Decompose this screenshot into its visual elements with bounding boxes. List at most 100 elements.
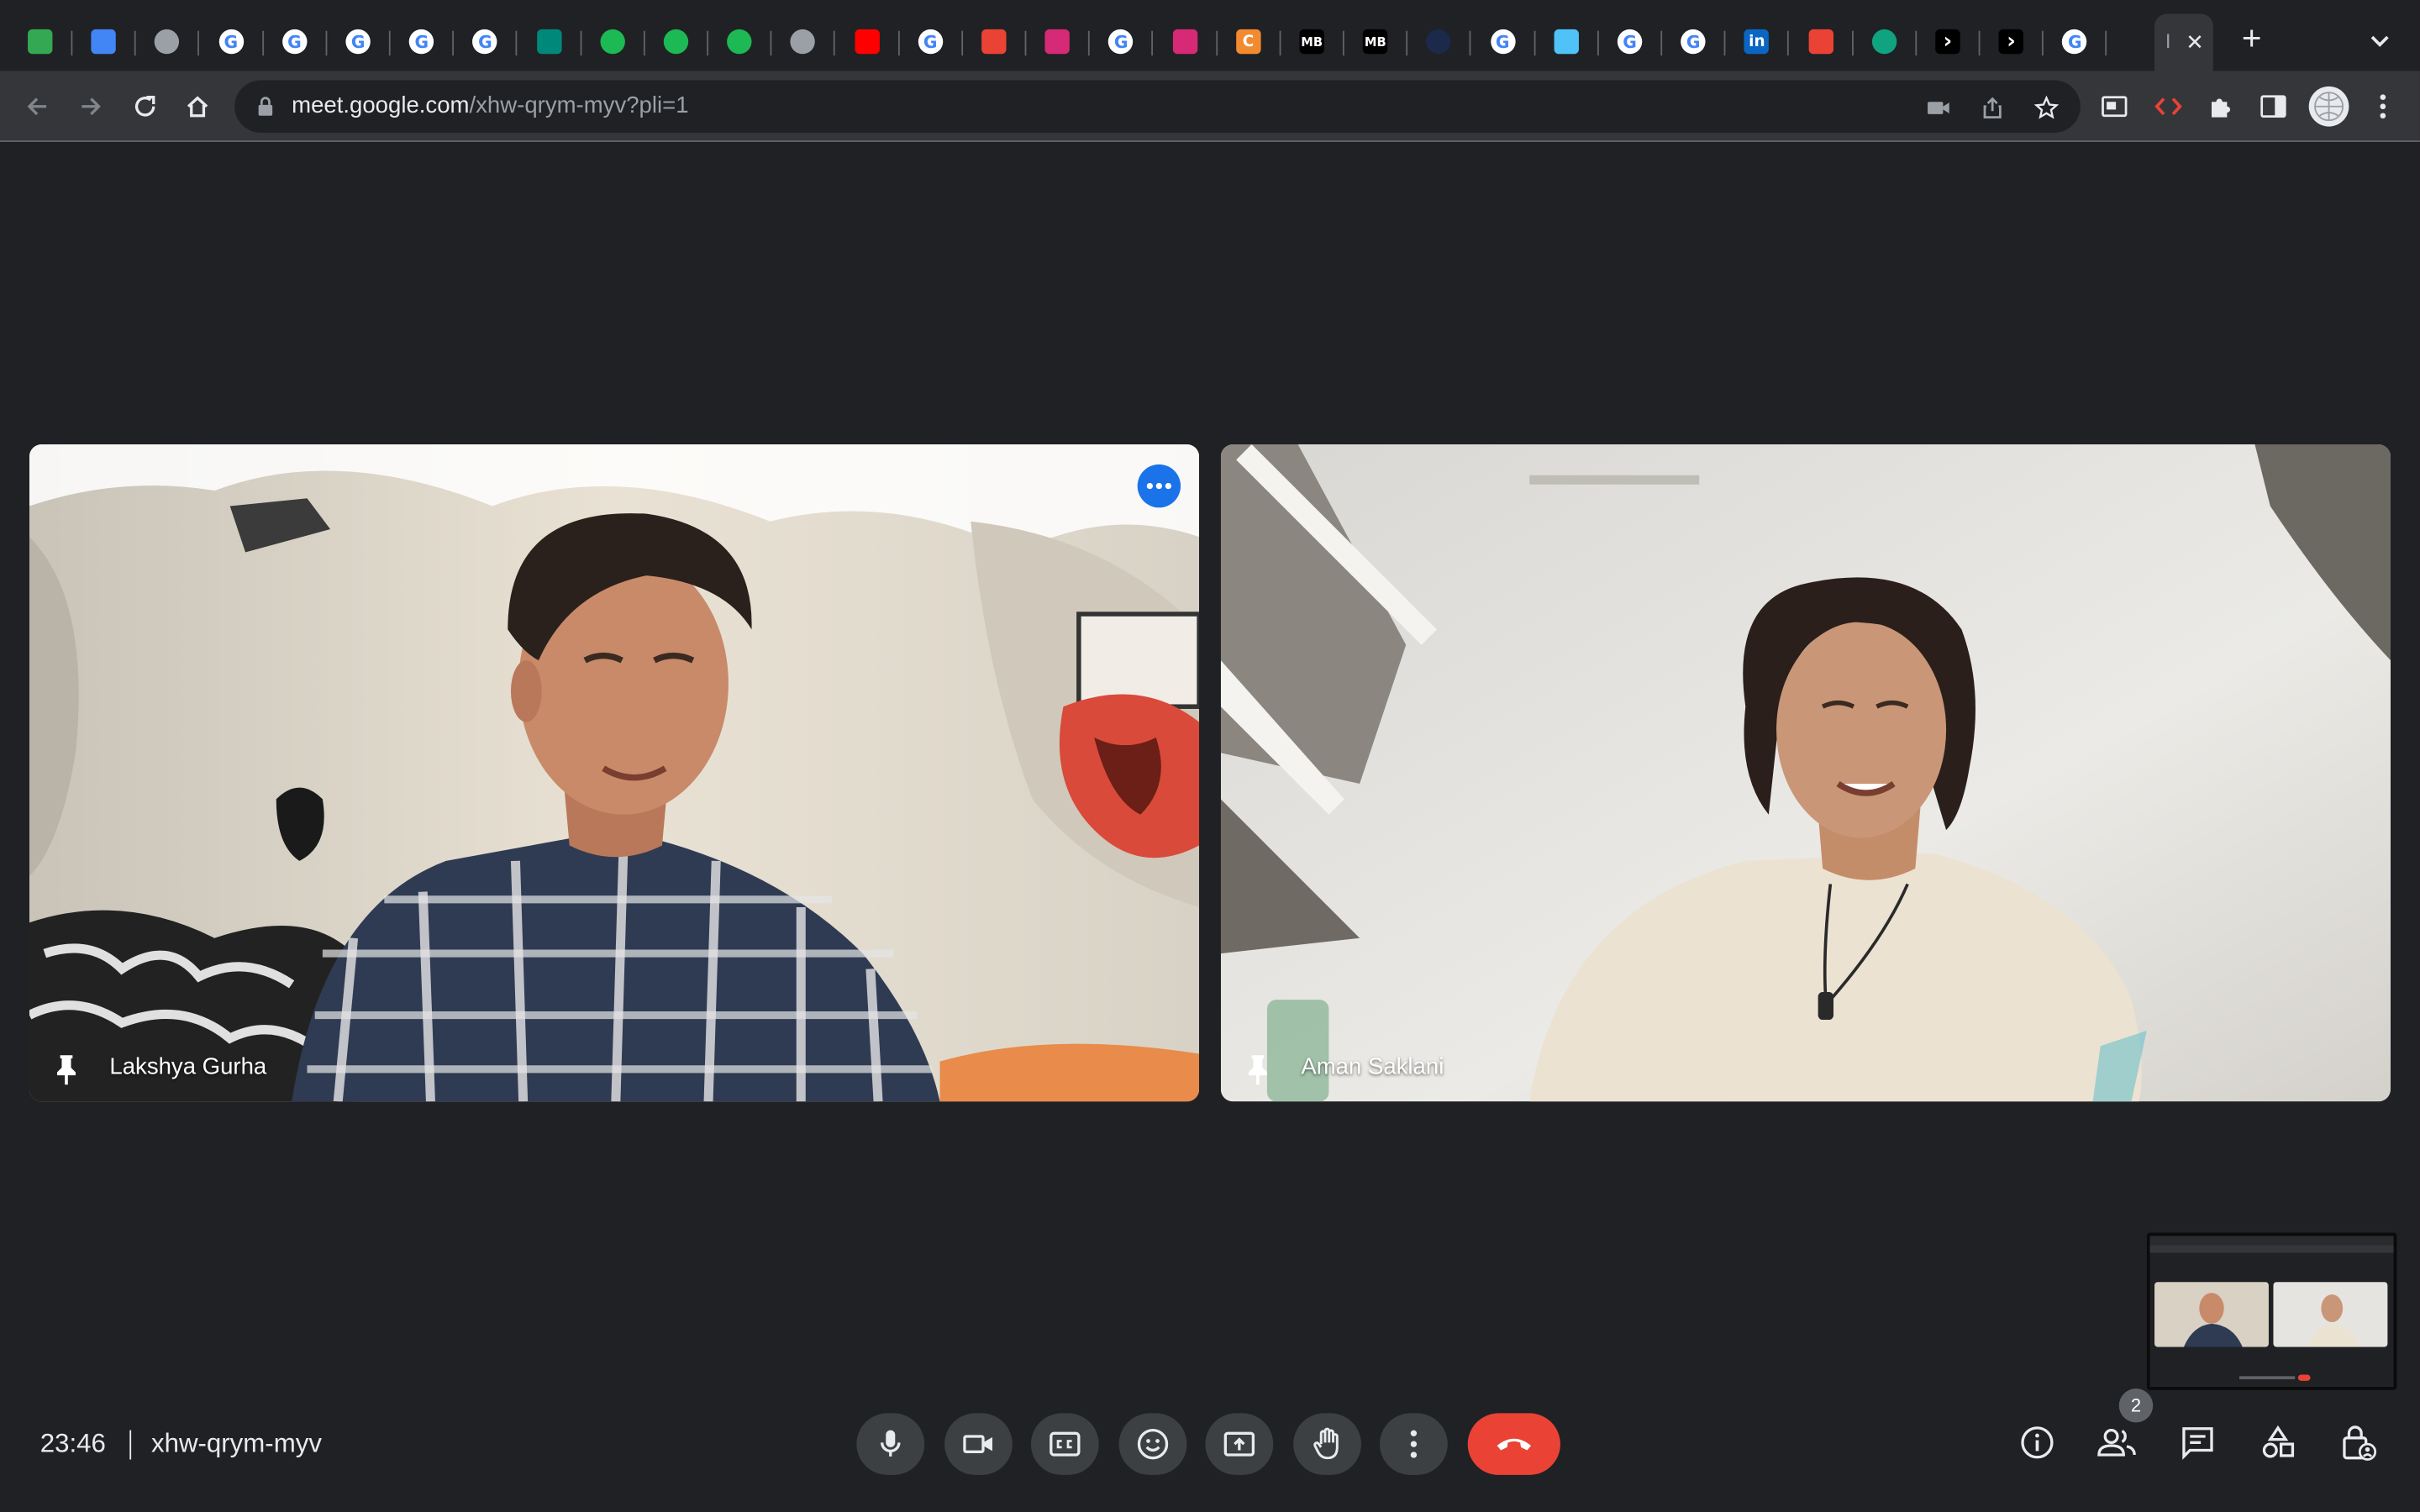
tab-separator [1851, 30, 1854, 56]
linkedin-icon: in [1744, 29, 1770, 55]
meeting-details-button[interactable] [2014, 1420, 2060, 1466]
more-options-button[interactable] [1380, 1413, 1448, 1475]
tab-separator [452, 30, 455, 56]
browser-tab[interactable]: G [271, 18, 328, 65]
pin-icon[interactable] [54, 1053, 78, 1086]
picture-in-picture-icon [2102, 96, 2128, 118]
forward-button[interactable] [74, 90, 108, 123]
browser-tab[interactable] [1161, 18, 1218, 65]
tab-separator [2105, 30, 2107, 56]
browser-tab[interactable] [17, 18, 73, 65]
browser-tab[interactable] [526, 18, 581, 65]
browser-tab[interactable] [1861, 18, 1917, 65]
media-button[interactable] [2097, 90, 2131, 123]
browser-tab[interactable]: in [1733, 18, 1790, 65]
lock-icon [258, 97, 273, 116]
browser-tab[interactable]: G [335, 18, 391, 65]
browser-tab[interactable] [717, 18, 772, 65]
google-docs-icon [91, 29, 117, 55]
dark-circle-icon [1426, 29, 1452, 55]
share-button[interactable] [1977, 92, 2008, 123]
extensions-button[interactable] [2204, 90, 2238, 123]
active-tab-label: I [2165, 29, 2171, 53]
browser-tab[interactable] [1416, 18, 1472, 65]
browser-tab[interactable] [1034, 18, 1091, 65]
activities-button[interactable] [2254, 1420, 2301, 1466]
present-screen-button[interactable] [1205, 1413, 1274, 1475]
people-count-badge: 2 [2118, 1389, 2154, 1423]
chat-button[interactable] [2175, 1420, 2221, 1466]
tile-options-button[interactable] [1137, 464, 1181, 508]
back-button[interactable] [20, 90, 54, 123]
active-browser-tab[interactable]: I ✕ [2154, 13, 2213, 76]
amazon-icon: G [1490, 29, 1515, 55]
camera-button[interactable] [944, 1413, 1013, 1475]
chevron-down-icon [2370, 35, 2389, 47]
google-icon: G [2062, 29, 2087, 55]
home-button[interactable] [181, 90, 214, 123]
chart-icon [1554, 29, 1579, 55]
browser-tab[interactable] [1797, 18, 1854, 65]
tab-separator [1024, 30, 1027, 56]
leave-call-button[interactable] [1467, 1413, 1560, 1475]
tab-separator [1660, 30, 1663, 56]
raise-hand-button[interactable] [1293, 1413, 1361, 1475]
close-tab-icon[interactable]: ✕ [2186, 29, 2204, 55]
browser-menu-button[interactable] [2366, 90, 2400, 123]
dev-extension-button[interactable] [2151, 90, 2185, 123]
browser-tab[interactable]: G [908, 18, 963, 65]
browser-tab[interactable]: MB [1352, 18, 1408, 65]
browser-tab[interactable] [1543, 18, 1599, 65]
browser-tab[interactable]: › [1988, 18, 2044, 65]
tab-search-button[interactable] [2365, 24, 2396, 55]
browser-tab[interactable]: G [1480, 18, 1535, 65]
reload-button[interactable] [128, 90, 161, 123]
host-controls-button[interactable] [2335, 1420, 2381, 1466]
code-brackets-icon [2154, 97, 2182, 116]
browser-tab[interactable]: G [398, 18, 455, 65]
address-bar[interactable]: meet.google.com/xhw-qrym-myv?pli=1 [234, 80, 2081, 133]
browser-tab[interactable]: G [1670, 18, 1726, 65]
browser-tab[interactable]: G [462, 18, 518, 65]
pin-icon[interactable] [1245, 1053, 1270, 1086]
tab-separator [960, 30, 963, 56]
browser-tab[interactable] [971, 18, 1027, 65]
browser-tab[interactable]: G [1098, 18, 1154, 65]
side-panel-button[interactable] [2256, 90, 2290, 123]
browser-window: + G G G G G G G C MB MB G G Gin › › G I ✕ meet.google.com… [0, 0, 2420, 1512]
video-camera-icon [963, 1435, 992, 1453]
browser-tab[interactable] [589, 18, 645, 65]
new-tab-button[interactable]: + [2235, 21, 2269, 55]
hand-icon [1313, 1427, 1339, 1460]
tab-separator [261, 30, 264, 56]
browser-tab[interactable] [145, 18, 200, 65]
self-view-thumbnail[interactable] [2146, 1232, 2397, 1390]
reload-icon [134, 96, 155, 117]
participant-tile[interactable]: Aman Saklani [1220, 444, 2391, 1102]
mb-icon: MB [1299, 29, 1324, 55]
browser-tab[interactable]: MB [1289, 18, 1344, 65]
camera-in-use-button[interactable] [1923, 92, 1954, 123]
browser-tab[interactable] [844, 18, 900, 65]
people-button[interactable] [2094, 1420, 2140, 1466]
participant-tile[interactable]: Lakshya Gurha [29, 444, 1200, 1102]
browser-tab[interactable] [81, 18, 136, 65]
browser-tab[interactable]: G [2052, 18, 2107, 65]
browser-tab[interactable]: C [1225, 18, 1281, 65]
url-text: meet.google.com/xhw-qrym-myv?pli=1 [292, 92, 688, 118]
microphone-button[interactable] [856, 1413, 925, 1475]
captions-button[interactable] [1030, 1413, 1099, 1475]
participant-name: Aman Saklani [1301, 1053, 1444, 1080]
profile-avatar[interactable] [2308, 86, 2349, 127]
browser-tab[interactable]: G [1607, 18, 1663, 65]
browser-tab[interactable]: G [208, 18, 264, 65]
tab-separator [1151, 30, 1154, 56]
google-icon: G [218, 29, 244, 55]
bookmark-button[interactable] [2031, 92, 2062, 123]
hang-up-icon [1497, 1438, 1532, 1451]
reactions-button[interactable] [1118, 1413, 1187, 1475]
browser-tab[interactable] [653, 18, 709, 65]
participant-name: Lakshya Gurha [109, 1053, 267, 1080]
browser-tab[interactable] [780, 18, 836, 65]
browser-tab[interactable]: › [1924, 18, 1981, 65]
